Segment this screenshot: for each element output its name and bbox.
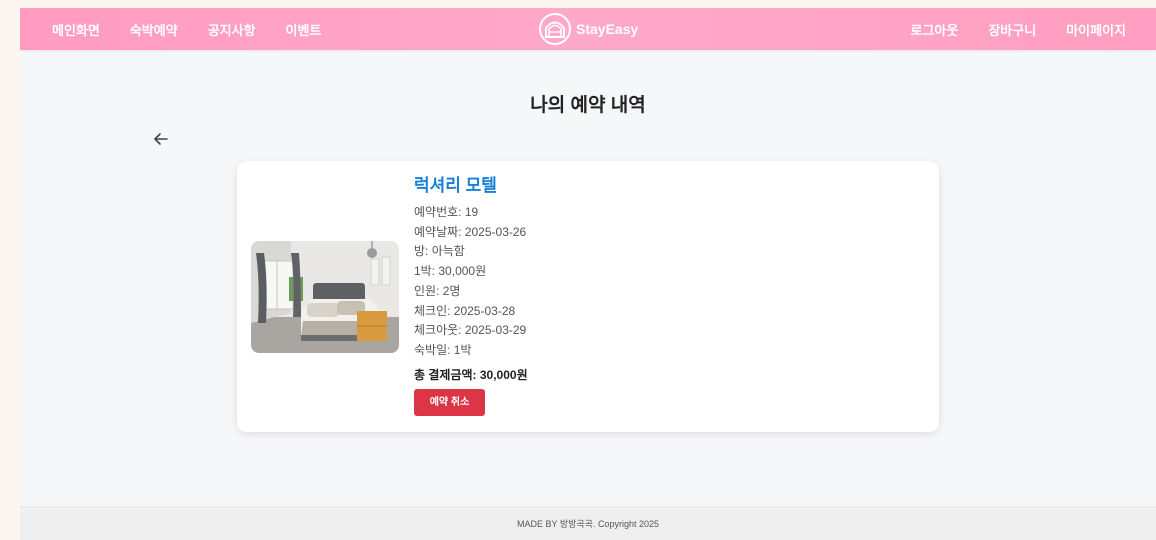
check-in-date: 체크인: 2025-03-28: [414, 303, 516, 318]
room-name: 방: 아늑함: [414, 244, 465, 259]
nav-left: 메인화면 숙박예약 공지사항 이벤트: [52, 8, 321, 50]
brand-logo-link[interactable]: StayEasy: [538, 10, 638, 48]
nav-notice-link[interactable]: 공지사항: [208, 20, 256, 39]
nav-event-link[interactable]: 이벤트: [286, 20, 322, 39]
price-per-night: 1박: 30,000원: [414, 264, 487, 279]
page-title: 나의 예약 내역: [530, 95, 646, 116]
arrow-left-icon[interactable]: [152, 130, 170, 148]
room-photo: [251, 241, 399, 353]
cancel-reservation-button[interactable]: 예약 취소: [414, 388, 485, 416]
page: 메인화면 숙박예약 공지사항 이벤트 StayEasy 로그아웃 장바구니 마이…: [20, 8, 1156, 540]
footer: MADE BY 방방곡곡. Copyright 2025: [20, 506, 1156, 540]
reservation-date: 예약날짜: 2025-03-26: [414, 224, 527, 239]
bedroom-photo-illustration: [251, 241, 399, 353]
nav-right: 로그아웃 장바구니 마이페이지: [911, 8, 1127, 50]
brand-name: StayEasy: [576, 21, 639, 37]
top-navigation-bar: 메인화면 숙박예약 공지사항 이벤트 StayEasy 로그아웃 장바구니 마이…: [20, 8, 1156, 50]
reservation-card: 럭셔리 모텔 예약번호: 19 예약날짜: 2025-03-26 방: 아늑함 …: [237, 161, 939, 432]
total-amount: 총 결제금액: 30,000원: [414, 367, 528, 382]
nav-home-link[interactable]: 메인화면: [52, 20, 100, 39]
guest-count: 인원: 2명: [414, 283, 461, 298]
nav-logout-link[interactable]: 로그아웃: [911, 20, 959, 39]
hotel-name[interactable]: 럭셔리 모텔: [414, 175, 814, 197]
nights-count: 숙박일: 1박: [414, 342, 472, 357]
house-arch-logo-icon: [539, 13, 571, 45]
nav-booking-link[interactable]: 숙박예약: [130, 20, 178, 39]
nav-mypage-link[interactable]: 마이페이지: [1066, 20, 1126, 39]
nav-cart-link[interactable]: 장바구니: [988, 20, 1036, 39]
reservation-details: 럭셔리 모텔 예약번호: 19 예약날짜: 2025-03-26 방: 아늑함 …: [414, 175, 814, 416]
reservation-number: 예약번호: 19: [414, 205, 479, 219]
check-out-date: 체크아웃: 2025-03-29: [414, 323, 527, 338]
